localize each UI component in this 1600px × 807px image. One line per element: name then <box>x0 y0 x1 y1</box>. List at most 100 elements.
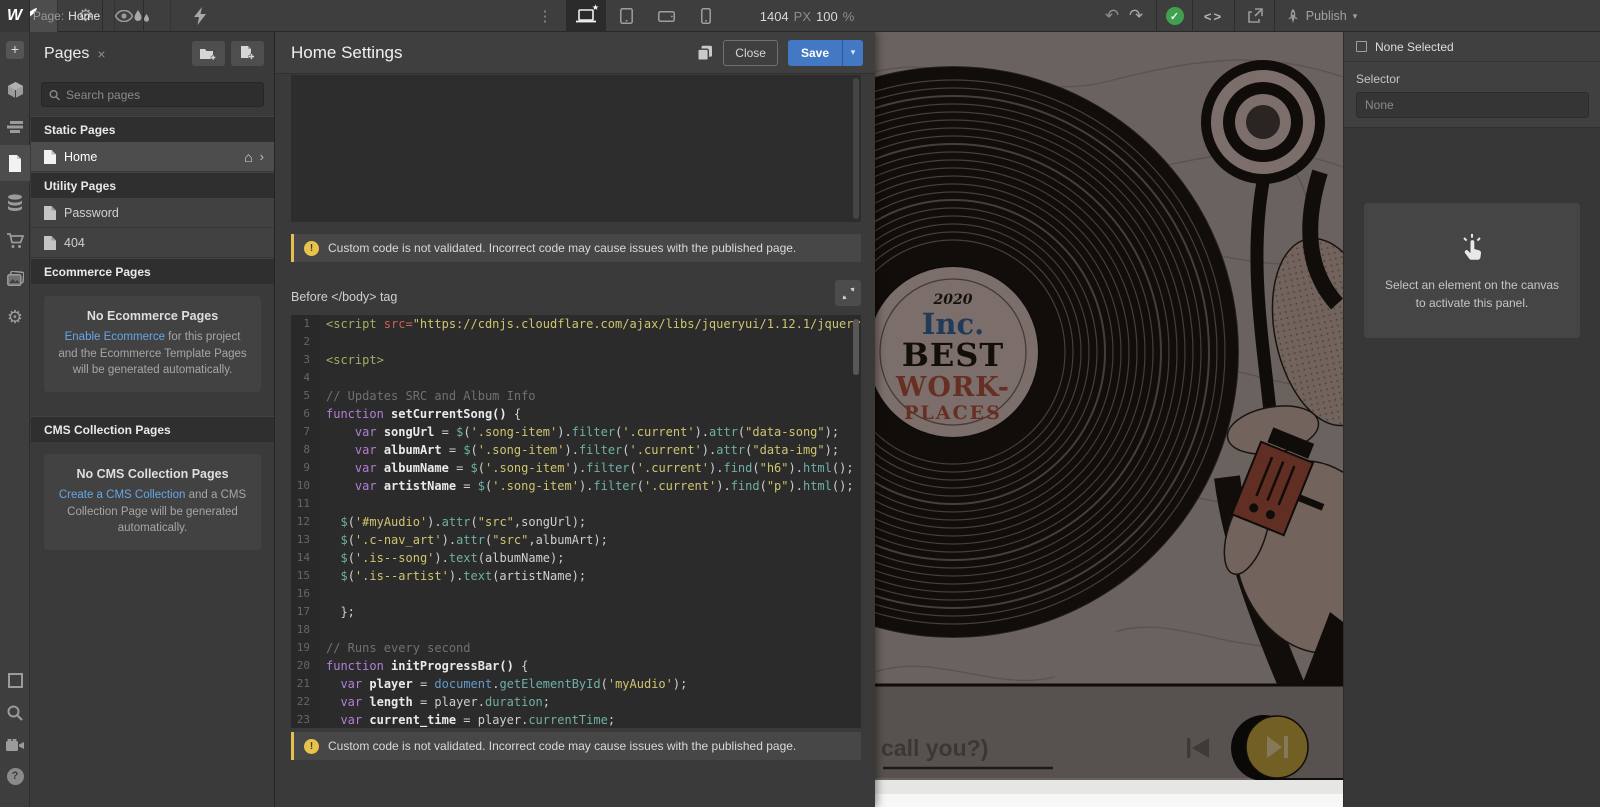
body-code-editor[interactable]: 1<script src="https://cdnjs.cloudflare.c… <box>291 315 861 728</box>
close-button[interactable]: Close <box>723 40 778 66</box>
saved-status[interactable]: ✓ <box>1156 0 1192 32</box>
scrollbar-thumb[interactable] <box>853 319 859 375</box>
custom-code-warning-top: ! Custom code is not validated. Incorrec… <box>291 234 861 262</box>
duplicate-icon[interactable] <box>697 45 713 61</box>
code-line: 13 $('.c-nav_art').attr("src",albumArt); <box>291 531 861 549</box>
selector-input[interactable] <box>1356 92 1589 118</box>
ecommerce-empty-card: No Ecommerce Pages Enable Ecommerce for … <box>44 296 261 392</box>
frame-mode-button[interactable] <box>0 662 30 698</box>
pages-search[interactable] <box>41 82 264 107</box>
page-name: Home <box>68 9 100 23</box>
zoom-unit: % <box>843 9 855 24</box>
navigator-icon <box>7 121 23 133</box>
folder-plus-icon <box>200 47 217 61</box>
kebab-icon: ⋮ <box>538 7 553 25</box>
warning-icon: ! <box>304 241 319 256</box>
selection-row: None Selected <box>1344 32 1600 62</box>
page-row-home[interactable]: Home ⌂ › <box>31 142 274 172</box>
pages-search-input[interactable] <box>66 88 256 102</box>
code-line: 17 }; <box>291 603 861 621</box>
phone-landscape-icon <box>658 11 675 22</box>
save-button[interactable]: Save <box>788 40 842 66</box>
page-row-404[interactable]: 404 <box>31 228 274 258</box>
pages-button[interactable] <box>0 145 30 181</box>
selector-label: Selector <box>1356 72 1588 86</box>
save-options-button[interactable]: ▾ <box>842 40 863 66</box>
undo-button[interactable]: ↶ <box>1100 0 1124 32</box>
device-phone-landscape-button[interactable] <box>646 0 686 32</box>
cube-icon <box>7 81 24 99</box>
cms-button[interactable] <box>0 184 30 220</box>
code-line: 22 var length = player.duration; <box>291 693 861 711</box>
search-button[interactable] <box>0 695 30 731</box>
page-icon <box>8 155 22 172</box>
redo-icon: ↷ <box>1129 6 1143 26</box>
database-icon <box>7 194 23 211</box>
device-phone-portrait-button[interactable] <box>686 0 726 32</box>
page-icon <box>44 206 56 220</box>
share-button[interactable] <box>1234 0 1274 32</box>
square-icon <box>8 673 23 688</box>
canvas-width-unit: PX <box>794 9 811 24</box>
device-tablet-button[interactable] <box>606 0 646 32</box>
code-line: 1<script src="https://cdnjs.cloudflare.c… <box>291 315 861 333</box>
design-canvas[interactable]: 2020 Inc. BEST WORK- PLACES <box>875 32 1343 807</box>
question-icon: ? <box>7 768 24 785</box>
undo-icon: ↶ <box>1105 6 1119 26</box>
overflow-menu[interactable]: ⋮ <box>534 0 556 32</box>
create-cms-collection-link[interactable]: Create a CMS Collection <box>59 489 186 501</box>
modal-header: Home Settings Close Save ▾ <box>275 32 875 74</box>
page-row-label: 404 <box>64 236 85 250</box>
ecommerce-empty-title: No Ecommerce Pages <box>56 309 249 323</box>
code-line: 19// Runs every second <box>291 639 861 657</box>
page-row-label: Password <box>64 206 119 220</box>
zoom-value: 100 <box>816 9 838 24</box>
style-panel-body: Select an element on the canvas to activ… <box>1344 127 1600 807</box>
head-code-editor-tail[interactable] <box>291 75 861 222</box>
page-row-password[interactable]: Password <box>31 198 274 228</box>
device-desktop-button[interactable]: ★ <box>566 0 606 32</box>
section-ecommerce-pages: Ecommerce Pages <box>31 258 274 284</box>
webflow-logo[interactable]: W <box>0 0 30 32</box>
scrollbar[interactable] <box>853 78 859 219</box>
save-split-button: Save ▾ <box>788 40 863 66</box>
chevron-right-icon[interactable]: › <box>260 149 264 164</box>
new-folder-button[interactable] <box>192 41 225 66</box>
canvas-dimensions[interactable]: 1404 PX 100 % <box>752 0 862 32</box>
symbols-button[interactable] <box>0 72 30 108</box>
search-icon <box>7 705 23 721</box>
page-selector[interactable]: Page: Home <box>31 0 103 32</box>
ecommerce-button[interactable] <box>0 223 30 259</box>
pages-panel-header: Pages × <box>31 32 274 75</box>
home-icon: ⌂ <box>244 149 252 165</box>
expand-code-button[interactable] <box>835 280 861 306</box>
page-plus-icon <box>241 46 255 61</box>
publish-button[interactable]: Publish ▾ <box>1274 0 1368 32</box>
preview-toggle[interactable] <box>104 0 144 32</box>
eye-icon <box>115 10 133 22</box>
interactions-panel-toggle[interactable] <box>171 0 228 32</box>
page-label: Page: <box>33 9 64 23</box>
rocket-icon <box>1286 9 1300 24</box>
project-settings-button[interactable]: ⚙ <box>0 299 30 335</box>
enable-ecommerce-link[interactable]: Enable Ecommerce <box>65 331 165 343</box>
pages-panel-close-button[interactable]: × <box>97 46 105 62</box>
help-button[interactable]: ? <box>0 758 30 794</box>
redo-button[interactable]: ↷ <box>1124 0 1148 32</box>
code-line: 14 $('.is--song').text(albumName); <box>291 549 861 567</box>
code-line: 11 <box>291 495 861 513</box>
new-page-button[interactable] <box>231 41 264 66</box>
saved-check-icon: ✓ <box>1166 7 1184 25</box>
device-toolbar: ★ <box>566 0 726 32</box>
add-elements-button[interactable]: + <box>0 32 30 68</box>
lightning-icon <box>193 7 207 25</box>
export-code-button[interactable]: <> <box>1192 0 1234 32</box>
selection-checkbox[interactable] <box>1356 41 1367 52</box>
code-editor-lines: 1<script src="https://cdnjs.cloudflare.c… <box>291 315 861 728</box>
code-line: 4 <box>291 369 861 387</box>
home-settings-modal: Home Settings Close Save ▾ ! Custom code… <box>275 32 875 807</box>
share-icon <box>1247 8 1263 24</box>
webflow-logo-glyph: W <box>7 7 22 25</box>
navigator-button[interactable] <box>0 109 30 145</box>
assets-button[interactable] <box>0 261 30 297</box>
